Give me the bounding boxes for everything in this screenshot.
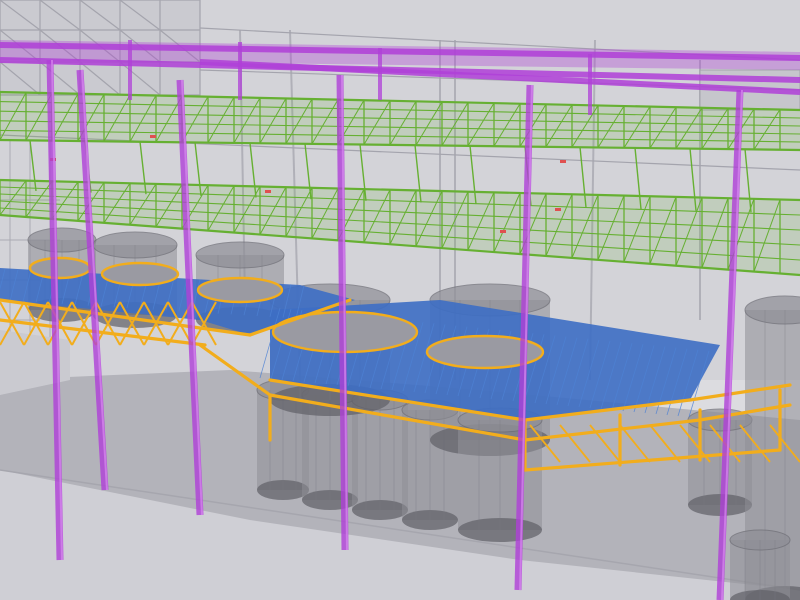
rack-tag (150, 135, 156, 138)
3d-model-viewport[interactable] (0, 0, 800, 600)
storage-tank (729, 529, 791, 600)
rack-tag (265, 190, 271, 193)
storage-tank (687, 408, 753, 516)
deck-opening (28, 256, 92, 280)
rack-tag (500, 230, 506, 233)
rack-tag (555, 208, 561, 211)
rack-tag (560, 160, 566, 163)
deck-opening (100, 261, 180, 287)
storage-tank (457, 407, 543, 542)
deck-opening (196, 276, 284, 304)
industrial-plant-3d-scene[interactable] (0, 0, 800, 600)
